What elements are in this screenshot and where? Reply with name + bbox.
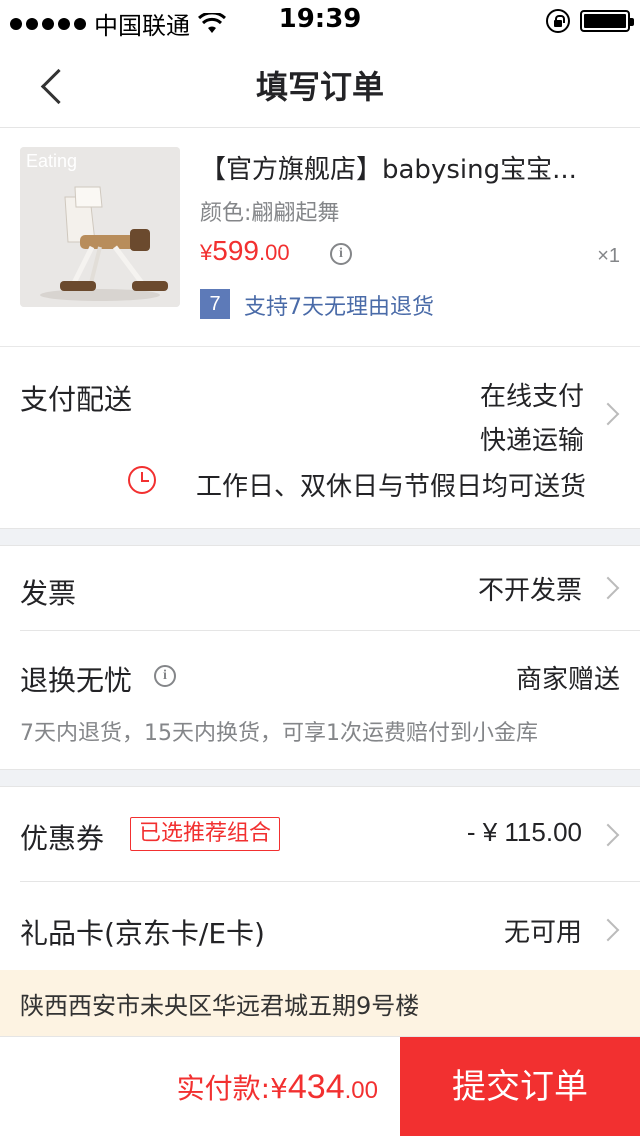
checkout-bar: 实付款:¥434.00 提交订单 xyxy=(0,1036,640,1136)
return-service-description: 7天内退货，15天内换货，可享1次运费赔付到小金库 xyxy=(20,721,538,746)
return-info-icon[interactable]: i xyxy=(154,665,176,687)
coupon-label: 优惠券 xyxy=(20,822,105,855)
return-service-value: 商家赠送 xyxy=(515,665,620,695)
clock-icon xyxy=(128,466,156,494)
chevron-right-icon xyxy=(596,823,620,847)
product-price: ¥599.00 xyxy=(200,235,290,267)
gift-card-row[interactable]: 礼品卡(京东卡/E卡) 无可用 xyxy=(0,882,640,970)
invoice-value: 不开发票 xyxy=(477,576,582,606)
payment-method: 在线支付 xyxy=(479,382,584,412)
gift-card-value: 无可用 xyxy=(503,918,582,948)
gift-card-label: 礼品卡(京东卡/E卡) xyxy=(20,917,265,950)
delivery-note: 工作日、双休日与节假日均可送货 xyxy=(195,472,586,502)
product-quantity: ×1 xyxy=(597,245,620,267)
seven-day-return-icon: 7 xyxy=(200,289,230,319)
submit-order-button[interactable]: 提交订单 xyxy=(400,1037,640,1136)
coupon-recommend-tag: 已选推荐组合 xyxy=(130,817,281,851)
price-info-icon[interactable]: i xyxy=(330,243,352,265)
rotation-lock-icon xyxy=(546,9,570,33)
coupon-row[interactable]: 优惠券 已选推荐组合 - ¥ 115.00 xyxy=(0,787,640,881)
total-label: 实付款: xyxy=(176,1072,271,1105)
product-color: 颜色:翩翩起舞 xyxy=(200,201,340,226)
section-divider xyxy=(0,528,640,546)
clock-time: 19:39 xyxy=(278,4,362,34)
product-title[interactable]: 【官方旗舰店】babysing宝宝... xyxy=(200,149,600,186)
invoice-row[interactable]: 发票 不开发票 xyxy=(0,546,640,630)
invoice-label: 发票 xyxy=(20,577,77,610)
total-symbol: ¥ xyxy=(270,1072,288,1105)
coupon-value: - ¥ 115.00 xyxy=(466,817,582,847)
product-image-text: Eating xyxy=(26,151,78,171)
shipping-method: 快递运输 xyxy=(479,426,584,456)
return-policy-link[interactable]: 支持7天无理由退货 xyxy=(244,289,434,321)
product-image[interactable]: Eating xyxy=(20,147,180,307)
total-dec: .00 xyxy=(344,1077,378,1104)
total-int: 434 xyxy=(287,1068,345,1106)
page-title: 填写订单 xyxy=(255,68,384,106)
chevron-right-icon xyxy=(596,402,620,426)
address-text: 陕西西安市未央区华远君城五期9号楼 xyxy=(20,992,420,1020)
payment-delivery-row[interactable]: 支付配送 在线支付 快递运输 工作日、双休日与节假日均可送货 xyxy=(0,348,640,528)
product-card[interactable]: Eating 【官方旗舰店】babysing宝宝... 颜色:翩翩起舞 ¥599… xyxy=(0,129,640,347)
return-service-label: 退换无忧 xyxy=(20,664,133,697)
payment-delivery-label: 支付配送 xyxy=(20,383,133,416)
chevron-right-icon xyxy=(596,576,620,600)
nav-bar: 填写订单 xyxy=(0,40,640,128)
price-int: 599 xyxy=(212,235,259,266)
return-service-row[interactable]: 退换无忧 i 商家赠送 7天内退货，15天内换货，可享1次运费赔付到小金库 xyxy=(0,631,640,769)
price-dec: .00 xyxy=(258,240,290,265)
chevron-right-icon xyxy=(596,918,620,942)
total-amount: 实付款:¥434.00 xyxy=(177,1067,378,1107)
status-bar: 中国联通 19:39 xyxy=(0,0,640,40)
address-banner[interactable]: 陕西西安市未央区华远君城五期9号楼 xyxy=(0,970,640,1036)
battery-icon xyxy=(580,10,634,32)
price-symbol: ¥ xyxy=(200,240,213,265)
section-divider xyxy=(0,769,640,787)
